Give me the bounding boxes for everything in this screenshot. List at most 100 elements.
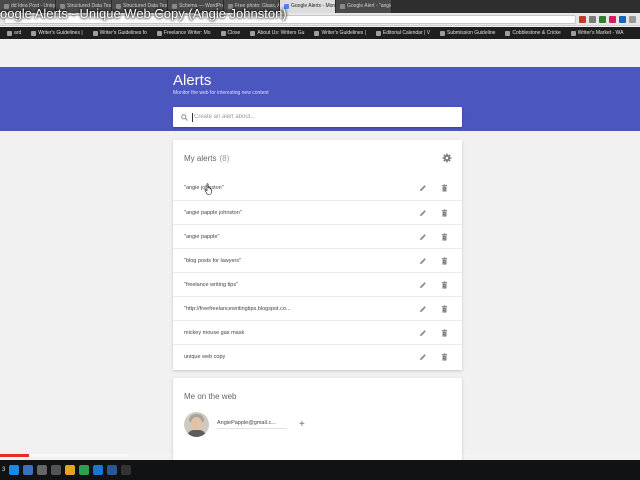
profile-email: AngiePapple@gmail.c... (217, 420, 287, 429)
search-box[interactable] (173, 107, 462, 127)
pencil-icon[interactable] (419, 184, 427, 192)
alert-row[interactable]: "angie papple johnston" (173, 200, 462, 224)
alert-row[interactable]: "http://freefreelancewritingtips.blogspo… (173, 296, 462, 320)
url-field[interactable] (4, 14, 576, 24)
chrome-icon[interactable] (79, 465, 90, 475)
bookmarks-bar: ard Writer's Guidelines | Writer's Guideli… (0, 27, 640, 39)
extension-icon[interactable] (579, 15, 586, 23)
bookmark-icon (440, 30, 446, 36)
pencil-icon[interactable] (419, 233, 427, 241)
alert-row[interactable]: "angie johnston" (173, 176, 462, 200)
gear-icon[interactable] (442, 153, 452, 163)
page-subtitle: Monitor the web for interesting new cont… (173, 90, 269, 96)
browser-tab-label: Structured Data Testing (123, 3, 168, 9)
trash-icon[interactable] (441, 281, 448, 289)
my-alerts-title: My alerts (184, 153, 217, 163)
extension-icon[interactable] (599, 15, 606, 23)
browser-tab-label: Free photo: Glass, Art, (235, 3, 279, 9)
bookmark-item[interactable]: Writer's Guidelines | (309, 30, 370, 36)
browser-tab[interactable]: Structured Data Testing× (112, 0, 168, 13)
alert-query: "http://freefreelancewritingtips.blogspo… (184, 305, 291, 312)
alerts-count: (8) (219, 153, 230, 163)
trash-icon[interactable] (441, 329, 448, 337)
alert-query: "freelance writing tips" (184, 281, 239, 288)
task-view-icon[interactable] (51, 465, 62, 475)
avatar (184, 412, 209, 437)
alert-query: "angie papple" (184, 233, 220, 240)
bookmark-item[interactable]: Writer's Guidelines | (26, 30, 87, 36)
extension-icon[interactable] (619, 15, 626, 23)
me-on-web-header: Me on the web (173, 378, 462, 414)
browser-tab-label: Structured Data Testing (67, 3, 112, 9)
bookmark-label: ard (14, 30, 22, 36)
microphone-icon[interactable] (37, 465, 48, 475)
bookmark-icon (7, 30, 12, 36)
windows-icon[interactable] (9, 465, 20, 475)
browser-tab-label: dd Idea Post - Uniqu (11, 3, 56, 9)
browser-tab[interactable]: Free photo: Glass, Art,× (224, 0, 280, 13)
trash-icon[interactable] (441, 184, 448, 192)
bookmark-label: Freelance Writer: Mo (163, 30, 211, 36)
bookmark-icon (505, 30, 511, 36)
bookmark-item[interactable]: ard (2, 30, 26, 36)
bookmark-item[interactable]: Submission Guideline (435, 30, 500, 36)
bookmark-item[interactable]: Close (216, 30, 246, 36)
browser-tab[interactable]: Schema — WordPress.× (168, 0, 224, 13)
pencil-icon[interactable] (419, 305, 427, 313)
word-icon[interactable] (107, 465, 118, 475)
video-progress-bar[interactable] (0, 454, 640, 457)
browser-tab-label: Google Alert - "angie j (347, 3, 392, 9)
bookmark-label: Writer's Guidelines | (321, 30, 366, 36)
favicon-icon (284, 4, 289, 9)
menu-icon[interactable] (629, 15, 636, 23)
pencil-icon[interactable] (419, 257, 427, 265)
browser-tab[interactable]: Google Alerts - Monito× (280, 0, 336, 13)
trash-icon[interactable] (441, 233, 448, 241)
bookmark-icon (314, 30, 320, 36)
folder-icon[interactable] (65, 465, 76, 475)
bookmark-item[interactable]: Writer's Market - WA (566, 30, 629, 36)
plus-icon[interactable]: + (299, 419, 305, 430)
bookmark-item[interactable]: Cobblestone & Cricke (500, 30, 565, 36)
me-on-web-card: Me on the web AngiePapple@gmail.c... + (173, 378, 462, 460)
pencil-icon[interactable] (419, 209, 427, 217)
extension-icon[interactable] (609, 15, 616, 23)
extension-icon[interactable] (589, 15, 596, 23)
bookmark-label: Cobblestone & Cricke (512, 30, 561, 36)
browser-tab[interactable]: dd Idea Post - Uniqu× (0, 0, 56, 13)
bookmark-item[interactable]: Freelance Writer: Mo (152, 30, 216, 36)
trash-icon[interactable] (441, 305, 448, 313)
bookmark-item[interactable]: Editorial Calendar | V (371, 30, 435, 36)
bookmark-item[interactable]: Writer's Guidelines fo (88, 30, 152, 36)
profile-row: AngiePapple@gmail.c... + (184, 412, 305, 437)
store-icon[interactable] (93, 465, 104, 475)
alert-row[interactable]: "blog posts for lawyers" (173, 248, 462, 272)
bookmark-label: Writer's Guidelines | (38, 30, 83, 36)
browser-tab[interactable]: Structured Data Testing× (56, 0, 112, 13)
trash-icon[interactable] (441, 209, 448, 217)
browser-tab[interactable]: Google Alert - "angie j× (336, 0, 392, 13)
page-title: Alerts (173, 72, 212, 89)
alert-row[interactable]: "freelance writing tips" (173, 272, 462, 296)
pencil-icon[interactable] (419, 281, 427, 289)
alert-query: unique web copy (184, 353, 226, 360)
pencil-icon[interactable] (419, 329, 427, 337)
alert-row[interactable]: unique web copy (173, 344, 462, 368)
browser-address-bar (0, 13, 640, 26)
me-on-web-title: Me on the web (184, 391, 237, 401)
bookmark-label: Writer's Market - WA (577, 30, 624, 36)
bookmark-icon (570, 30, 576, 36)
trash-icon[interactable] (441, 353, 448, 361)
bookmark-item[interactable]: About Us: Writers Gu (245, 30, 309, 36)
trash-icon[interactable] (441, 257, 448, 265)
app-icon[interactable] (121, 465, 132, 475)
alert-row[interactable]: "angie papple" (173, 224, 462, 248)
bookmark-label: Editorial Calendar | V (382, 30, 431, 36)
alert-row[interactable]: mickey mouse gas mask (173, 320, 462, 344)
favicon-icon (172, 4, 177, 9)
alert-query: "blog posts for lawyers" (184, 257, 242, 264)
search-input[interactable] (192, 112, 452, 122)
ie-icon[interactable] (23, 465, 34, 475)
hand-cursor-icon (204, 183, 212, 195)
pencil-icon[interactable] (419, 353, 427, 361)
